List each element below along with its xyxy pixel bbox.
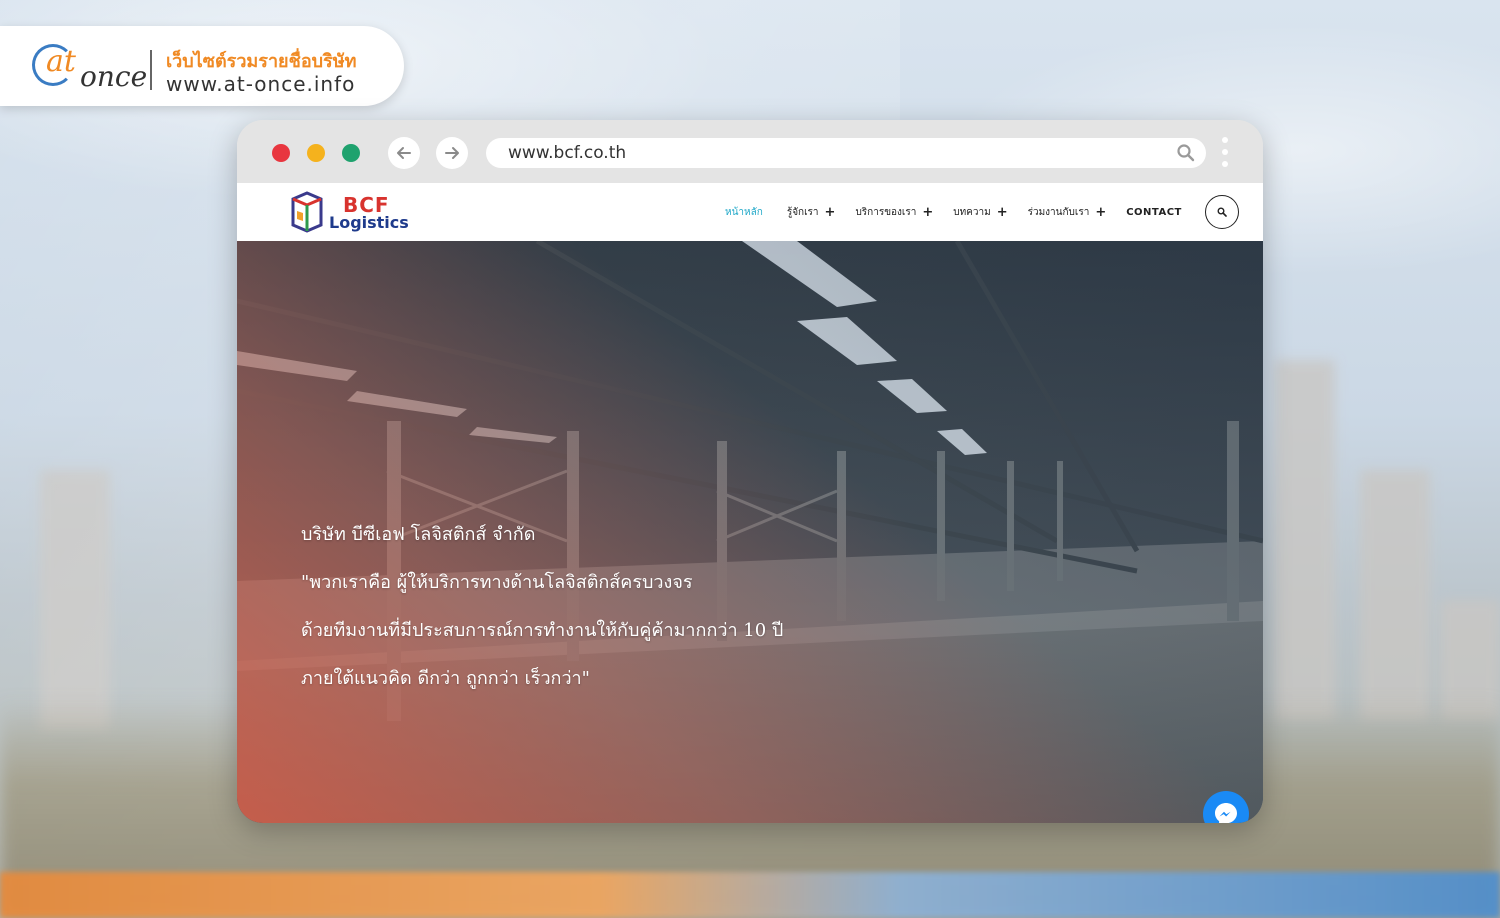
menu-item-home[interactable]: หน้าหลัก [725,205,763,220]
logo-at-text: at [46,44,76,79]
expand-plus-icon[interactable]: + [997,205,1008,220]
main-menu: หน้าหลัก รู้จักเรา + บริการของเรา + บทคว… [725,205,1202,220]
at-once-badge[interactable]: at once เว็บไซต์รวมรายชื่อบริษัท www.at-… [0,26,404,106]
hero-banner: บริษัท บีซีเอฟ โลจิสติกส์ จำกัด "พวกเราค… [237,241,1263,823]
menu-item-label: CONTACT [1126,207,1182,218]
logo-box-icon [291,191,323,233]
hero-tagline-line: ภายใต้แนวคิด ดีกว่า ถูกกว่า เร็วกว่า" [301,668,590,689]
hero-company-name: บริษัท บีซีเอฟ โลจิสติกส์ จำกัด [301,524,536,545]
bcf-logo[interactable]: BCF Logistics [289,189,419,235]
address-text: www.bcf.co.th [508,143,627,163]
background-building [1275,360,1335,720]
expand-plus-icon[interactable]: + [825,205,836,220]
hero-tagline-line: "พวกเราคือ ผู้ให้บริการทางด้านโลจิสติกส์… [301,572,693,593]
menu-item-careers[interactable]: ร่วมงานกับเรา + [1028,205,1107,220]
window-maximize-button[interactable] [342,144,360,162]
back-arrow-icon [397,147,411,159]
logo-once-text: once [80,60,148,93]
back-button[interactable] [388,137,420,169]
menu-item-label: หน้าหลัก [725,207,763,218]
site-header: BCF Logistics หน้าหลัก รู้จักเรา + บริกา… [237,183,1263,241]
menu-item-label: ร่วมงานกับเรา [1027,207,1090,218]
badge-divider [150,50,152,90]
forward-arrow-icon [445,147,459,159]
logo-logistics-text: Logistics [329,213,409,232]
menu-item-contact[interactable]: CONTACT [1126,207,1182,218]
hero-tagline-line: ด้วยทีมงานที่มีประสบการณ์การทำงานให้กับค… [301,620,784,641]
badge-title: เว็บไซต์รวมรายชื่อบริษัท [166,51,357,72]
menu-item-label: บริการของเรา [855,207,917,218]
forward-button[interactable] [436,137,468,169]
expand-plus-icon[interactable]: + [922,205,933,220]
window-close-button[interactable] [272,144,290,162]
menu-item-about[interactable]: รู้จักเรา + [787,205,836,220]
menu-item-services[interactable]: บริการของเรา + [855,205,933,220]
background-building [1360,470,1430,720]
menu-item-label: บทความ [953,207,991,218]
menu-item-articles[interactable]: บทความ + [953,205,1007,220]
menu-item-label: รู้จักเรา [786,207,819,218]
window-minimize-button[interactable] [307,144,325,162]
hero-text-block: บริษัท บีซีเอฟ โลจิสติกส์ จำกัด "พวกเราค… [301,511,783,703]
badge-url: www.at-once.info [166,72,356,96]
search-icon[interactable] [1176,143,1196,163]
messenger-icon [1215,803,1237,823]
browser-toolbar: www.bcf.co.th [237,120,1263,183]
expand-plus-icon[interactable]: + [1095,205,1106,220]
site-search-button[interactable] [1205,195,1239,229]
background-bottom-stripe [0,872,1500,918]
browser-window: www.bcf.co.th BCF Logistics หน้าหลัก รู้… [237,120,1263,823]
kebab-menu-icon[interactable] [1221,137,1229,171]
at-once-logo: at once [32,38,147,94]
address-bar[interactable]: www.bcf.co.th [486,138,1206,168]
search-icon [1217,207,1227,217]
